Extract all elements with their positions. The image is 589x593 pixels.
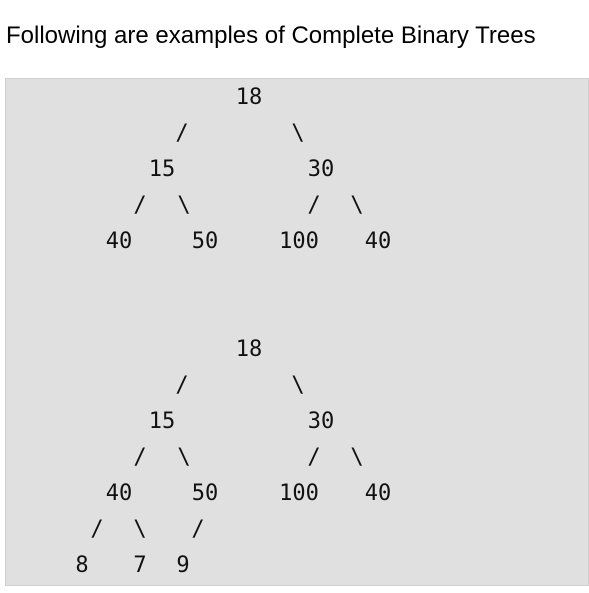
node-8: 8 (75, 553, 89, 578)
node-9: 9 (176, 553, 190, 578)
tree-2-line-edges-1: / \ (6, 368, 588, 404)
tree-1-line-root: 18 (6, 80, 588, 116)
tree-1-line-edges-2: / \ / \ (6, 188, 588, 224)
edge-right: \ (291, 373, 305, 398)
edge-left: / (191, 517, 205, 542)
tree-1-line-level-1: 15 30 (6, 152, 588, 188)
tree-examples-block: 18 / \ 15 30 / \ / \ 40 50 100 40 18 / \… (5, 78, 589, 586)
tree-2-line-level-1: 15 30 (6, 404, 588, 440)
node-50: 50 (191, 229, 219, 254)
tree-1-line-level-2: 40 50 100 40 (6, 224, 588, 260)
edge-left: / (133, 193, 147, 218)
node-100: 100 (279, 229, 319, 254)
node-50: 50 (191, 481, 219, 506)
tree-1-line-edges-1: / \ (6, 116, 588, 152)
page-heading: Following are examples of Complete Binar… (6, 22, 536, 49)
node-15: 15 (148, 157, 176, 182)
edge-left: / (133, 445, 147, 470)
tree-2-line-level-3: 8 7 9 (6, 548, 588, 584)
edge-left: / (90, 517, 104, 542)
node-40: 40 (105, 229, 133, 254)
edge-right: \ (350, 193, 364, 218)
edge-right: \ (291, 121, 305, 146)
node-18: 18 (235, 85, 263, 110)
node-18: 18 (235, 337, 263, 362)
node-40: 40 (364, 481, 392, 506)
node-40: 40 (364, 229, 392, 254)
node-30: 30 (307, 409, 335, 434)
tree-2-line-root: 18 (6, 332, 588, 368)
edge-left: / (307, 193, 321, 218)
edge-right: \ (177, 193, 191, 218)
edge-left: / (175, 121, 189, 146)
node-100: 100 (279, 481, 319, 506)
edge-right: \ (133, 517, 147, 542)
edge-left: / (307, 445, 321, 470)
edge-right: \ (350, 445, 364, 470)
node-7: 7 (133, 553, 147, 578)
tree-2-line-edges-2: / \ / \ (6, 440, 588, 476)
node-30: 30 (307, 157, 335, 182)
tree-2-line-edges-3: / \ / (6, 512, 588, 548)
edge-right: \ (177, 445, 191, 470)
node-40: 40 (105, 481, 133, 506)
node-15: 15 (148, 409, 176, 434)
tree-2-line-level-2: 40 50 100 40 (6, 476, 588, 512)
edge-left: / (175, 373, 189, 398)
